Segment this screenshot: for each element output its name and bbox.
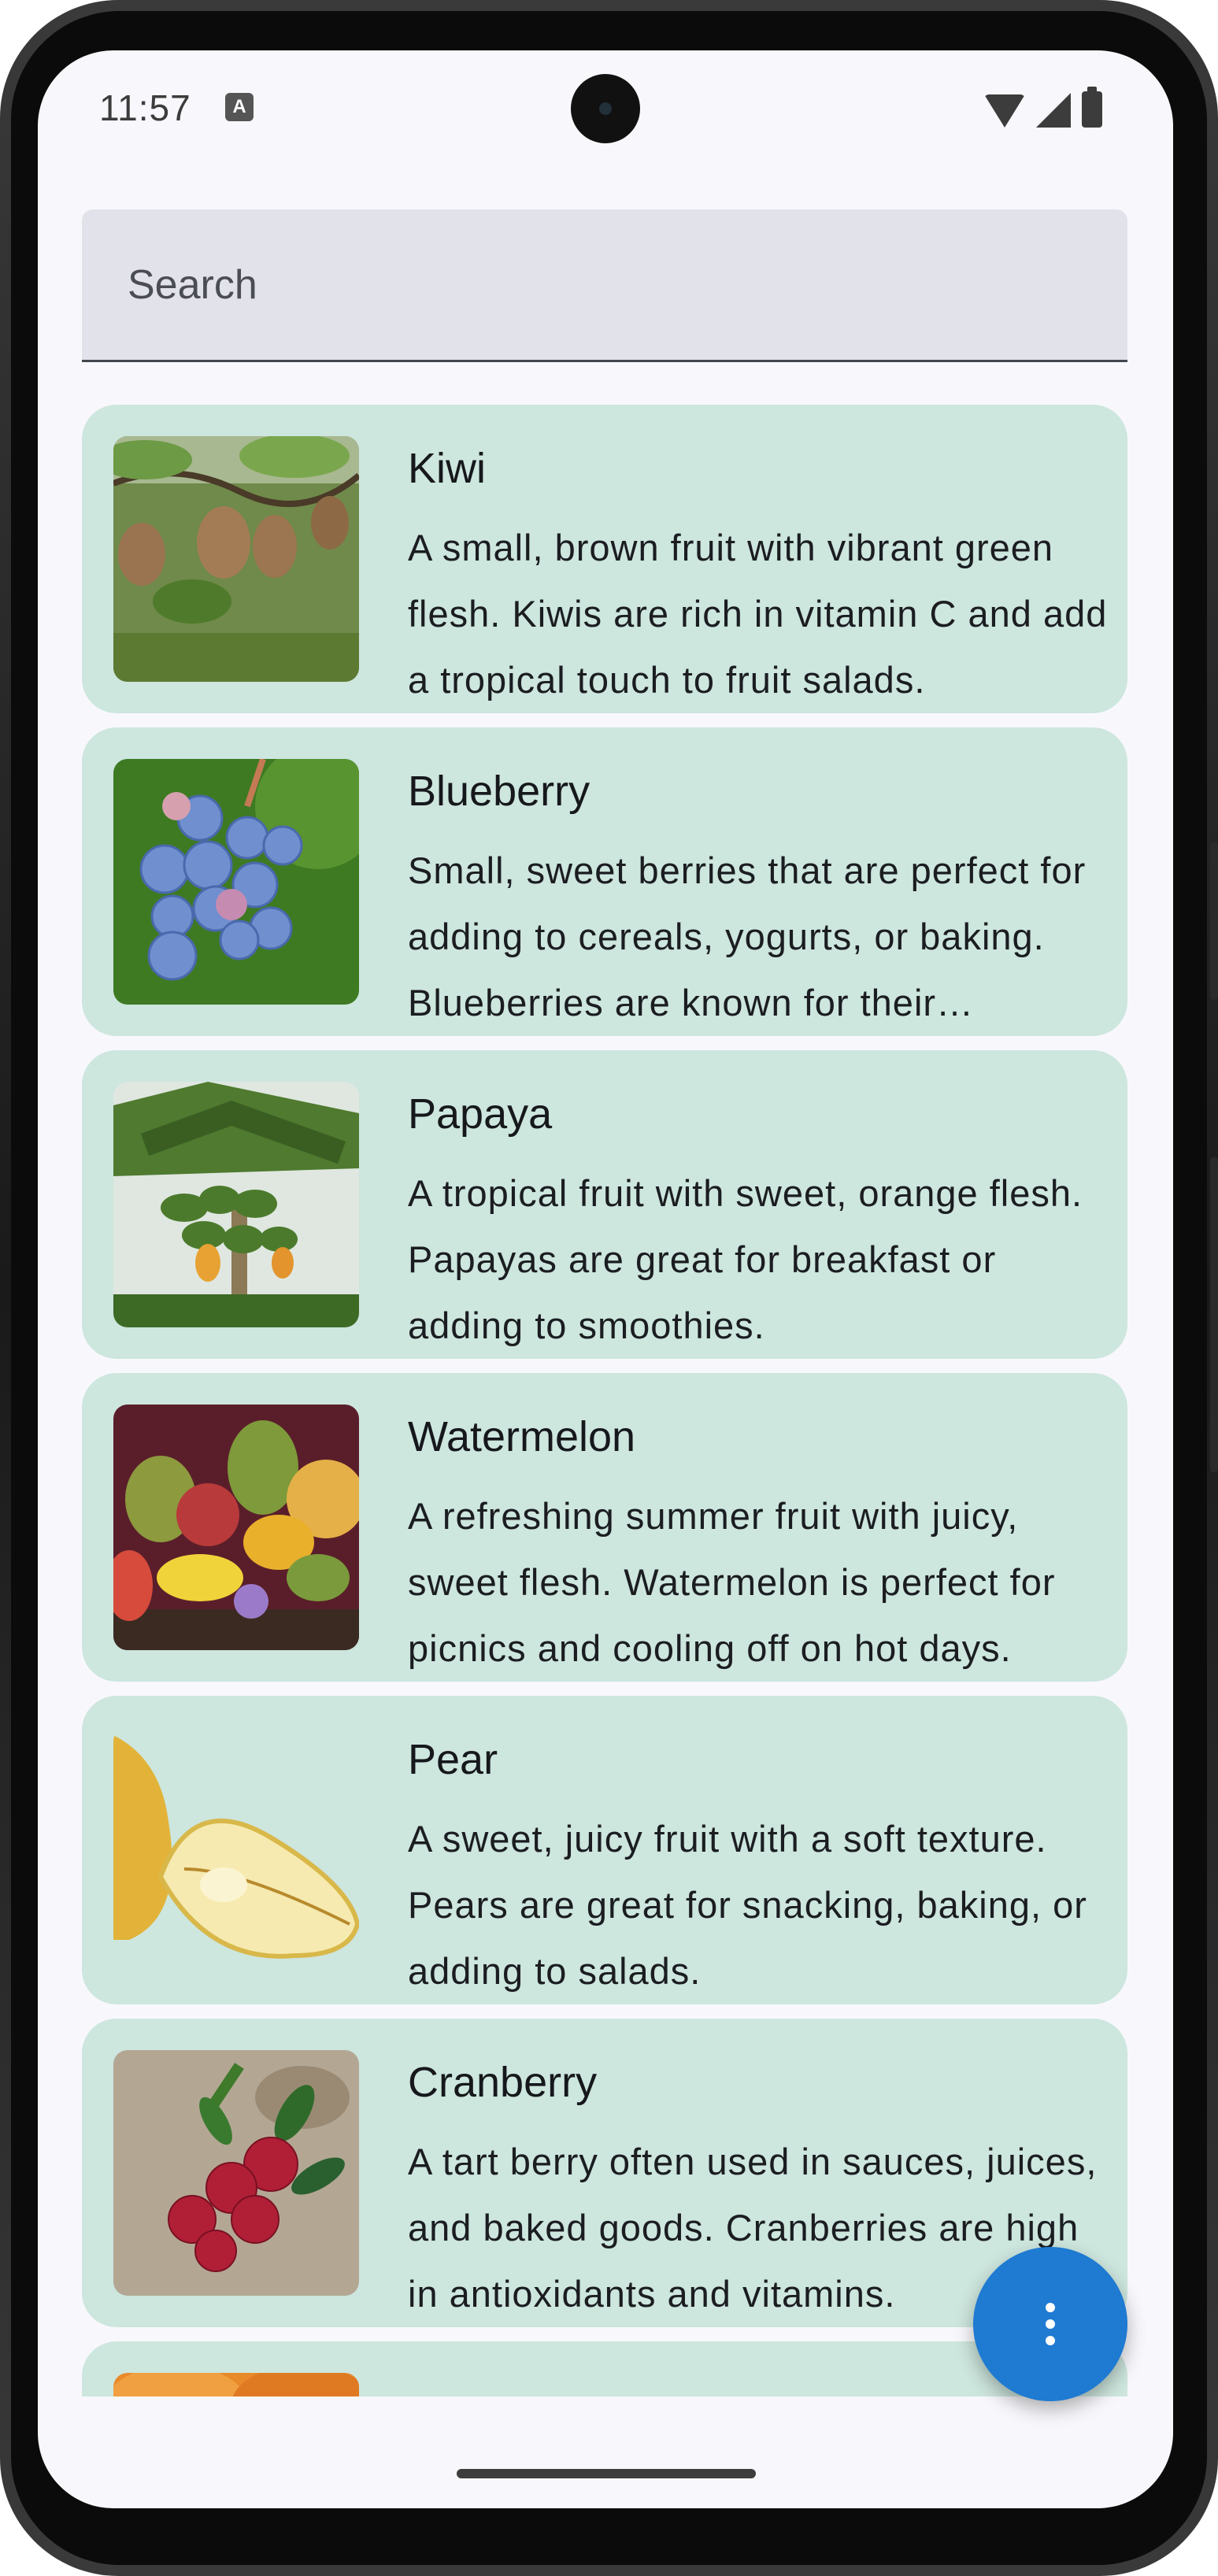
search-box[interactable] [82,209,1127,362]
cranberry-image [113,2050,359,2296]
search-input[interactable] [82,209,1127,360]
apricot-image [113,2373,359,2396]
fruit-description: A small, brown fruit with vibrant green … [408,527,1108,701]
home-gesture-bar[interactable] [457,2469,756,2478]
list-item[interactable] [82,2341,1127,2396]
fruit-name: Pear [408,1736,498,1783]
pear-image [113,1727,359,1973]
notification-icon: A [225,93,254,121]
front-camera [571,74,640,143]
status-icons [984,87,1102,128]
phone-frame: 11:57 A Search Kiwi A small, brown fruit… [0,0,1218,2576]
papaya-image [113,1082,359,1327]
list-item[interactable]: Cranberry A tart berry often used in sau… [82,2019,1127,2327]
fruit-description: Small, sweet berries that are perfect fo… [408,849,1087,1023]
fruit-name: Watermelon [408,1413,636,1460]
fruit-name: Kiwi [408,445,487,492]
screen: 11:57 A Search Kiwi A small, brown fruit… [38,50,1173,2508]
signal-icon [1036,93,1071,128]
fruit-name: Cranberry [408,2059,598,2106]
list-item[interactable]: Papaya A tropical fruit with sweet, oran… [82,1050,1127,1359]
fruit-name: Papaya [408,1090,553,1138]
fruit-description: A sweet, juicy fruit with a soft texture… [408,1818,1087,1992]
list-item[interactable]: Kiwi A small, brown fruit with vibrant g… [82,405,1127,713]
list-item[interactable]: Watermelon A refreshing summer fruit wit… [82,1373,1127,1682]
status-time: 11:57 [99,87,191,128]
list-item[interactable]: Blueberry Small, sweet berries that are … [82,727,1127,1036]
volume-button [1210,842,1218,1000]
watermelon-image [113,1405,359,1650]
power-button [1210,1157,1218,1472]
status-bar: 11:57 A [38,50,1173,168]
fruit-description: A tropical fruit with sweet, orange fles… [408,1172,1083,1346]
more-vert-icon [1046,2303,1055,2345]
kiwi-image [113,436,359,682]
fruit-name: Blueberry [408,768,590,815]
list-item[interactable]: Pear A sweet, juicy fruit with a soft te… [82,1696,1127,2004]
fruit-description: A refreshing summer fruit with juicy, sw… [408,1495,1056,1669]
more-options-fab[interactable] [973,2247,1127,2401]
wifi-icon [984,94,1025,128]
blueberry-image [113,759,359,1005]
battery-icon [1082,87,1102,128]
fruit-list[interactable]: Kiwi A small, brown fruit with vibrant g… [82,405,1127,2396]
